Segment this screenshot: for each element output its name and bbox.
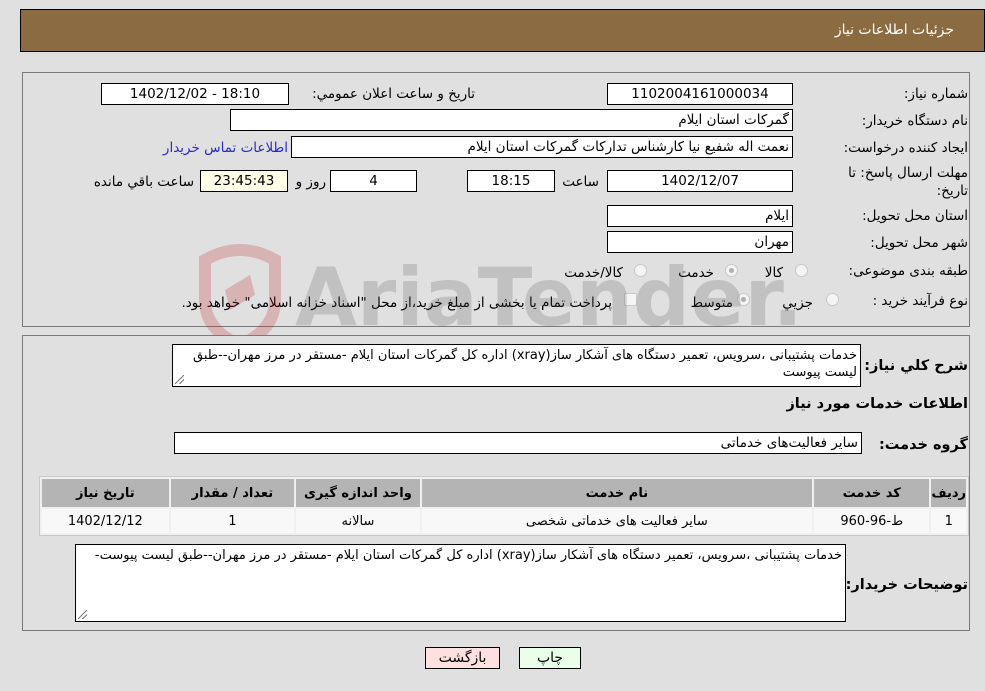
purchase-type-option-minor: جزيي xyxy=(782,295,813,311)
buyer-contact-link[interactable]: اطلاعات تماس خريدار xyxy=(163,140,288,156)
buyer-org-field: گمرکات استان ایلام xyxy=(230,109,793,131)
city-field: مهران xyxy=(607,231,793,253)
category-label: طبقه بندی موضوعی: xyxy=(848,263,968,279)
need-number-field: 1102004161000034 xyxy=(607,83,793,105)
creator-field: نعمت اله شفیع نیا کارشناس تدارکات گمرکات… xyxy=(291,136,793,158)
purchase-type-radio-minor[interactable] xyxy=(826,293,839,306)
purchase-type-radio-medium[interactable] xyxy=(737,293,750,306)
col-header-service-name: نام خدمت xyxy=(421,479,812,507)
description-textarea[interactable]: خدمات پشتیبانی ،سرویس، تعمیر دستگاه های … xyxy=(172,344,861,387)
cell-service-code: ط-96-960 xyxy=(813,509,930,533)
treasury-checkbox[interactable] xyxy=(624,293,637,306)
cell-need-date: 1402/12/12 xyxy=(42,509,169,533)
resize-grip-icon[interactable] xyxy=(78,610,87,619)
table-row: 1 ط-96-960 سایر فعالیت های خدماتی شخصی س… xyxy=(42,509,966,533)
province-field: ایلام xyxy=(607,205,793,227)
cell-service-name: سایر فعالیت های خدماتی شخصی xyxy=(421,509,812,533)
days-remaining-field: 4 xyxy=(330,170,417,192)
col-header-row-number: رديف xyxy=(931,479,966,507)
services-table: رديف کد خدمت نام خدمت واحد اندازه گيری ت… xyxy=(39,476,969,536)
page-title: جزئیات اطلاعات نیاز xyxy=(834,22,954,38)
category-option-goods: کالا xyxy=(764,265,783,281)
cell-quantity: 1 xyxy=(170,509,295,533)
col-header-quantity: تعداد / مقدار xyxy=(170,479,295,507)
col-header-service-code: کد خدمت xyxy=(813,479,930,507)
cell-unit: سالانه xyxy=(296,509,420,533)
purchase-type-label: نوع فرآیند خرید : xyxy=(872,293,968,309)
description-label: شرح کلي نياز: xyxy=(864,358,968,374)
table-header-row: رديف کد خدمت نام خدمت واحد اندازه گيری ت… xyxy=(42,479,966,507)
services-section-title: اطلاعات خدمات مورد نياز xyxy=(786,396,968,412)
announce-datetime-label: تاریخ و ساعت اعلان عمومي: xyxy=(312,86,475,102)
city-label: شهر محل تحویل: xyxy=(870,235,968,251)
creator-label: ایجاد کننده درخواست: xyxy=(843,140,968,156)
need-number-label: شماره نیاز: xyxy=(903,86,968,102)
category-radio-goods[interactable] xyxy=(795,264,808,277)
resize-grip-icon[interactable] xyxy=(175,375,184,384)
description-text: خدمات پشتیبانی ،سرویس، تعمیر دستگاه های … xyxy=(193,348,857,380)
col-header-need-date: تاريخ نياز xyxy=(42,479,169,507)
print-button[interactable]: چاپ xyxy=(519,647,581,669)
service-group-label: گروه خدمت: xyxy=(878,437,968,453)
time-remaining-field: 23:45:43 xyxy=(200,170,288,192)
buyer-notes-textarea[interactable]: خدمات پشتیبانی ،سرویس، تعمیر دستگاه های … xyxy=(75,544,846,622)
deadline-date-field: 1402/12/07 xyxy=(607,170,793,192)
deadline-time-label: ساعت xyxy=(562,174,599,190)
buyer-org-label: نام دستگاه خريدار: xyxy=(861,113,968,129)
back-button[interactable]: بازگشت xyxy=(425,647,500,669)
province-label: استان محل تحویل: xyxy=(862,208,968,224)
deadline-label: مهلت ارسال پاسخ: تا تاریخ: xyxy=(848,165,968,199)
buyer-notes-label: توضيحات خريدار: xyxy=(845,577,968,593)
service-group-field: سایر فعالیت‌های خدماتی xyxy=(174,432,862,454)
deadline-time-field: 18:15 xyxy=(467,170,555,192)
time-remaining-label: ساعت باقي مانده xyxy=(93,174,194,190)
page-header: جزئیات اطلاعات نیاز xyxy=(20,9,985,52)
announce-datetime-field: 1402/12/02 - 18:10 xyxy=(101,83,289,105)
col-header-unit: واحد اندازه گيری xyxy=(296,479,420,507)
days-label: روز و xyxy=(295,174,326,190)
cell-row-number: 1 xyxy=(931,509,966,533)
category-option-service: خدمت xyxy=(678,265,714,281)
category-option-goods-service: کالا/خدمت xyxy=(564,265,623,281)
purchase-type-option-medium: متوسط xyxy=(690,295,733,311)
category-radio-goods-service[interactable] xyxy=(634,264,647,277)
treasury-checkbox-label: پرداخت تمام یا بخشی از مبلغ خرید،از محل … xyxy=(181,295,612,311)
category-radio-service[interactable] xyxy=(725,264,738,277)
buyer-notes-text: خدمات پشتیبانی ،سرویس، تعمیر دستگاه های … xyxy=(94,548,842,563)
